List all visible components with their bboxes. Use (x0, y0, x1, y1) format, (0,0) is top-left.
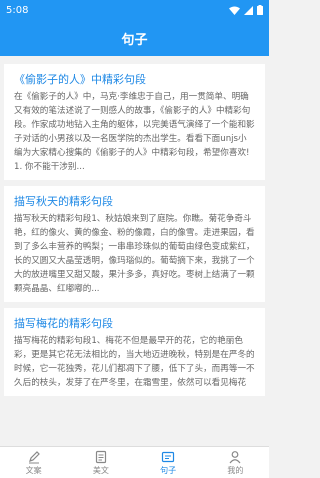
page-title: 句子 (121, 32, 148, 48)
list-item[interactable]: 描写秋天的精彩句段 描写秋天的精彩句段1、秋姑娘来到了庭院。你瞧。菊花争奇斗艳，… (4, 186, 265, 302)
bottom-tab-bar: 文案 美文 句子 我的 (0, 446, 269, 478)
article-title[interactable]: 《偷影子的人》中精彩句段 (14, 72, 255, 87)
list-item[interactable]: 《偷影子的人》中精彩句段 在《偷影子的人》中，马克·李维忠于自己，用一贯简单、明… (4, 64, 265, 180)
status-bar: 5:08 (0, 0, 269, 20)
article-excerpt: 描写梅花的精彩句段1、梅花不但是最早开的花，它的艳丽色彩，更是其它花无法相比的，… (14, 336, 255, 388)
pen-icon (28, 450, 40, 463)
article-excerpt: 在《偷影子的人》中，马克·李维忠于自己，用一贯简单、明确又有效的笔法述说了一则感… (14, 92, 255, 172)
document-icon (95, 450, 106, 463)
tab-mine[interactable]: 我的 (202, 447, 269, 478)
battery-icon (257, 5, 263, 15)
status-icons (229, 5, 263, 15)
app-bar: 句子 (0, 20, 269, 56)
article-title[interactable]: 描写梅花的精彩句段 (14, 316, 255, 331)
list-item[interactable]: 描写梅花的精彩句段 描写梅花的精彩句段1、梅花不但是最早开的花，它的艳丽色彩，更… (4, 308, 265, 396)
quote-card-icon (162, 451, 175, 462)
tab-juzi[interactable]: 句子 (135, 447, 202, 478)
tab-label: 美文 (92, 465, 109, 475)
signal-icon (244, 5, 253, 15)
wifi-icon (229, 6, 240, 15)
article-title[interactable]: 描写秋天的精彩句段 (14, 194, 255, 209)
article-excerpt: 描写秋天的精彩句段1、秋姑娘来到了庭院。你瞧。菊花争奇斗艳，红的像火、黄的像金、… (14, 214, 255, 294)
person-icon (229, 450, 241, 463)
tab-wenan[interactable]: 文案 (0, 447, 67, 478)
tab-label: 文案 (25, 465, 42, 475)
tab-label: 句子 (160, 465, 177, 475)
tab-label: 我的 (227, 465, 244, 475)
status-time: 5:08 (6, 4, 29, 16)
article-list[interactable]: 《偷影子的人》中精彩句段 在《偷影子的人》中，马克·李维忠于自己，用一贯简单、明… (0, 56, 269, 446)
tab-meiwen[interactable]: 美文 (67, 447, 134, 478)
